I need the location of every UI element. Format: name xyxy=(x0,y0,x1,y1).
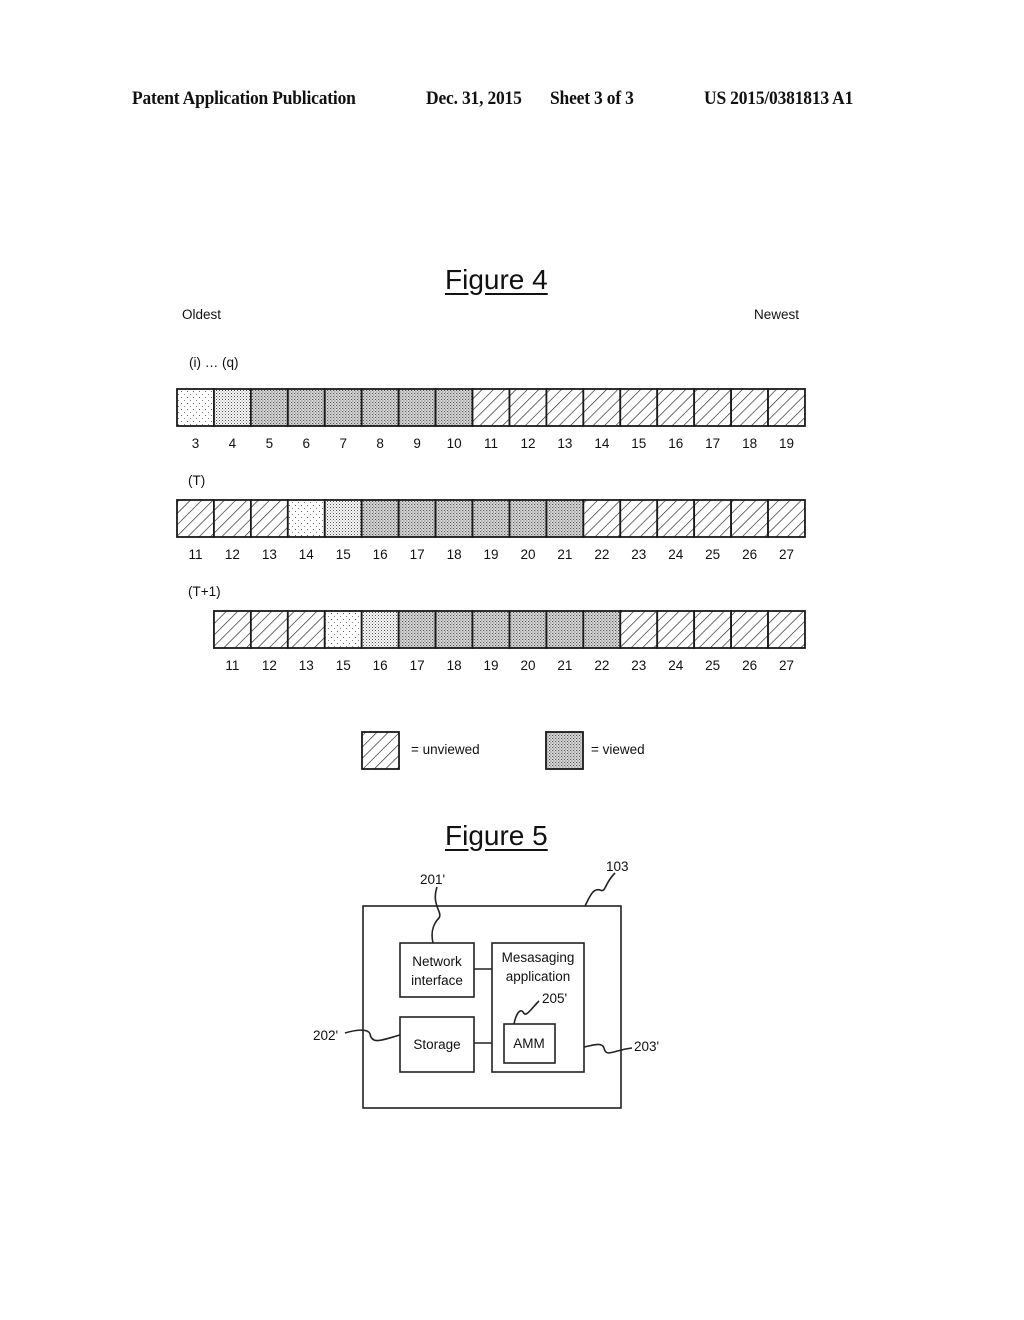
message-row-2 xyxy=(213,610,806,649)
message-cell-viewed xyxy=(434,388,474,427)
message-cell-unviewed xyxy=(582,499,622,538)
legend-swatch-unviewed xyxy=(361,731,400,770)
message-cell-viewed xyxy=(434,610,474,649)
amm-label: AMM xyxy=(513,1036,545,1051)
device-box xyxy=(362,905,622,1109)
message-cell-unviewed xyxy=(767,499,806,538)
message-cell-unviewed xyxy=(619,610,659,649)
legend-unviewed-label: = unviewed xyxy=(411,742,480,757)
app-label-2: application xyxy=(506,969,571,984)
leader-205 xyxy=(513,1000,540,1025)
message-cell-viewed xyxy=(508,610,548,649)
ref-205: 205' xyxy=(542,991,567,1006)
ref-202: 202' xyxy=(313,1028,338,1043)
message-cell-unviewed xyxy=(656,610,696,649)
message-cell-viewed xyxy=(360,499,400,538)
message-cell-unviewed xyxy=(656,499,696,538)
message-cell-dots-medium xyxy=(213,388,252,427)
message-cell-unviewed xyxy=(213,499,252,538)
message-cell-viewed xyxy=(397,610,437,649)
message-cell-viewed xyxy=(471,610,511,649)
message-cell-unviewed xyxy=(730,388,769,427)
network-interface-box xyxy=(399,942,475,998)
app-label-1: Mesasaging xyxy=(502,950,575,965)
messaging-application-box xyxy=(491,942,585,1073)
message-cell-viewed xyxy=(508,499,548,538)
message-cell-unviewed xyxy=(213,610,252,649)
message-cell-viewed xyxy=(286,388,326,427)
leader-103 xyxy=(584,872,616,907)
message-cell-viewed xyxy=(397,388,437,427)
message-cell-dots-medium xyxy=(360,610,400,649)
legend-viewed-label: = viewed xyxy=(591,742,645,757)
message-cell-unviewed xyxy=(176,499,215,538)
ref-201: 201' xyxy=(420,872,445,887)
message-cell-unviewed xyxy=(619,388,659,427)
message-cell-unviewed xyxy=(471,388,511,427)
figure-5-title: Figure 5 xyxy=(445,820,548,851)
message-cell-unviewed xyxy=(508,388,548,427)
message-cell-unviewed xyxy=(693,499,732,538)
message-cell-unviewed xyxy=(693,388,732,427)
message-cell-viewed xyxy=(582,610,622,649)
leader-201 xyxy=(431,886,441,944)
message-cell-unviewed xyxy=(767,388,806,427)
message-cell-viewed xyxy=(249,388,289,427)
leader-203 xyxy=(583,1043,633,1054)
figure-4-diagram xyxy=(176,388,806,770)
message-cell-unviewed xyxy=(249,610,289,649)
leader-202 xyxy=(344,1029,401,1042)
message-cell-viewed xyxy=(471,499,511,538)
storage-label: Storage xyxy=(413,1037,460,1052)
network-label-2: interface xyxy=(411,973,463,988)
message-cell-viewed xyxy=(323,388,363,427)
message-cell-viewed xyxy=(397,499,437,538)
ref-103: 103 xyxy=(606,859,629,874)
message-cell-dots-medium xyxy=(323,499,363,538)
message-cell-unviewed xyxy=(767,610,806,649)
message-cell-viewed xyxy=(360,388,400,427)
message-cell-unviewed xyxy=(693,610,732,649)
message-cell-unviewed xyxy=(249,499,289,538)
message-cell-unviewed xyxy=(730,499,769,538)
message-cell-viewed xyxy=(434,499,474,538)
legend-swatch-viewed xyxy=(545,731,584,770)
storage-box xyxy=(399,1016,475,1073)
message-cell-viewed xyxy=(545,499,585,538)
message-cell-unviewed xyxy=(656,388,696,427)
message-cell-unviewed xyxy=(730,610,769,649)
message-cell-unviewed xyxy=(545,388,585,427)
network-label-1: Network xyxy=(412,954,462,969)
amm-box xyxy=(503,1023,556,1064)
message-row-0 xyxy=(176,388,806,427)
message-cell-dots-light xyxy=(286,499,326,538)
message-cell-dots-light xyxy=(323,610,363,649)
message-cell-unviewed xyxy=(619,499,659,538)
message-cell-dots-light xyxy=(176,388,215,427)
message-cell-unviewed xyxy=(286,610,326,649)
message-cell-viewed xyxy=(545,610,585,649)
message-row-1 xyxy=(176,499,806,538)
message-cell-unviewed xyxy=(582,388,622,427)
ref-203: 203' xyxy=(634,1039,659,1054)
